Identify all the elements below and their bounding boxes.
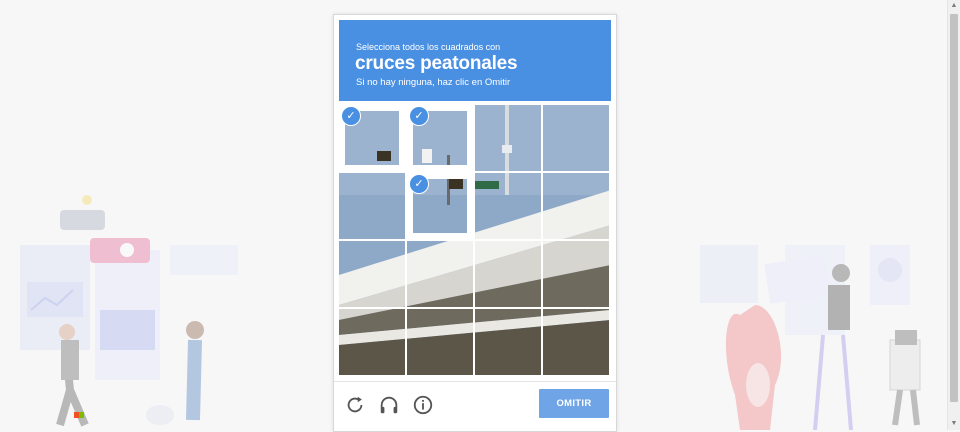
image-tile[interactable] [407,309,473,375]
image-tile[interactable] [543,105,609,171]
image-tile[interactable] [339,309,405,375]
tile-image [339,241,405,307]
tile-image [407,241,473,307]
captcha-challenge: Selecciona todos los cuadrados con cruce… [333,14,617,432]
instruction-target: cruces peatonales [355,53,518,74]
skip-button[interactable]: OMITIR [539,389,609,418]
tile-image [475,105,541,171]
image-tile[interactable] [339,173,405,239]
scroll-down-icon[interactable]: ▼ [948,418,960,430]
image-tile[interactable] [475,173,541,239]
tile-image [475,309,541,375]
image-tile[interactable]: ✓ [407,105,473,171]
image-tile[interactable] [339,241,405,307]
challenge-footer: OMITIR [334,381,616,426]
tile-image [407,309,473,375]
scroll-thumb[interactable] [950,14,958,402]
image-tile[interactable] [543,309,609,375]
instruction-hint: Si no hay ninguna, haz clic en Omitir [356,77,511,88]
image-tile[interactable]: ✓ [407,173,473,239]
tile-image [339,309,405,375]
image-tile[interactable] [407,241,473,307]
page-scrollbar[interactable]: ▲ ▼ [947,0,960,430]
instruction-text: Selecciona todos los cuadrados con [356,42,501,52]
info-icon[interactable] [412,394,434,416]
image-tile[interactable] [543,241,609,307]
checkmark-icon: ✓ [409,174,429,194]
image-tile[interactable] [543,173,609,239]
checkmark-icon: ✓ [341,106,361,126]
background-illustration-right [700,245,921,430]
challenge-header: Selecciona todos los cuadrados con cruce… [339,20,611,101]
tile-image [475,173,541,239]
image-tile[interactable]: ✓ [339,105,405,171]
tile-image [543,309,609,375]
tile-image [543,241,609,307]
tile-image [543,105,609,171]
checkmark-icon: ✓ [409,106,429,126]
image-tile[interactable] [475,309,541,375]
image-tile[interactable] [475,105,541,171]
reload-icon[interactable] [344,394,366,416]
scroll-up-icon[interactable]: ▲ [948,0,960,12]
background-illustration-left [20,195,238,427]
tile-image [543,173,609,239]
below-captcha-footer [60,412,230,418]
image-tile[interactable] [475,241,541,307]
image-grid: ✓ ✓ ✓ [339,105,611,377]
microsoft-logo-icon [74,412,84,418]
tile-image [339,173,405,239]
headphones-icon[interactable] [378,394,400,416]
tile-image [475,241,541,307]
